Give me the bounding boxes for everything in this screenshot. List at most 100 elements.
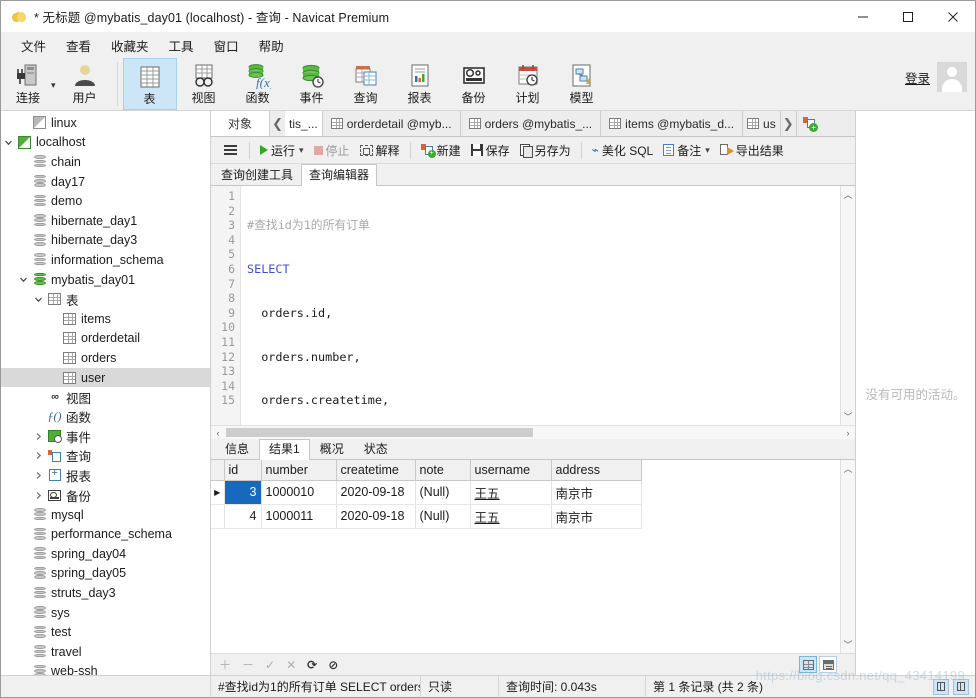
expander-down-icon[interactable]	[1, 138, 16, 147]
tree-item-backups[interactable]: 备份	[1, 485, 210, 505]
tree-item-sys[interactable]: sys	[1, 603, 210, 623]
tree-item-reports[interactable]: 报表	[1, 466, 210, 486]
column-header-note[interactable]: note	[415, 460, 471, 481]
ribbon-user-button[interactable]: 用户	[58, 58, 112, 110]
tree-item-web-ssh[interactable]: web-ssh	[1, 662, 210, 675]
ribbon-schedule-button[interactable]: 计划	[501, 58, 555, 110]
tree-item-tables-folder[interactable]: 表	[1, 289, 210, 309]
tree-item-mysql[interactable]: mysql	[1, 505, 210, 525]
subtab-query-editor[interactable]: 查询编辑器	[301, 164, 378, 186]
ribbon-table-button[interactable]: 表	[122, 58, 177, 110]
sql-code-area[interactable]: #查找id为1的所有订单 SELECT orders.id, orders.nu…	[241, 186, 840, 425]
explain-button[interactable]: 解释	[355, 140, 405, 161]
toggle-right-panel-button[interactable]	[953, 678, 969, 695]
tree-item-day17[interactable]: day17	[1, 172, 210, 192]
menu-hamburger-icon[interactable]	[217, 141, 244, 159]
note-dropdown-caret[interactable]: ▾	[705, 145, 710, 156]
result-tab-info[interactable]: 信息	[215, 439, 259, 459]
tree-item-user[interactable]: user	[1, 367, 210, 388]
sql-editor[interactable]: 1 2 3 4 5 6 7 8 9 10 11 12 13 14 15 #查找i…	[211, 186, 855, 439]
tree-item-travel[interactable]: travel	[1, 642, 210, 662]
cell-username[interactable]: 王五	[470, 480, 552, 505]
grid-vertical-scrollbar[interactable]: ︿ ﹀	[840, 460, 855, 653]
cell-id[interactable]: 4	[224, 504, 262, 529]
cell-number[interactable]: 1000011	[261, 504, 337, 529]
result-tab-profile[interactable]: 概况	[310, 439, 354, 459]
tree-item-hibernate-day3[interactable]: hibernate_day3	[1, 231, 210, 251]
export-result-button[interactable]: 导出结果	[715, 140, 789, 161]
scroll-up-icon[interactable]: ︿	[843, 460, 852, 477]
scroll-down-icon[interactable]: ﹀	[843, 636, 852, 653]
tree-item-items[interactable]: items	[1, 309, 210, 329]
tree-item-views[interactable]: ∞ 视图	[1, 387, 210, 407]
tab-user[interactable]: us	[743, 111, 781, 136]
expander-down-icon[interactable]	[31, 295, 46, 304]
delete-record-icon[interactable]: －	[242, 656, 254, 673]
expander-right-icon[interactable]	[31, 432, 46, 441]
apply-change-icon[interactable]: ✓	[265, 658, 275, 672]
column-header-createtime[interactable]: createtime	[336, 460, 416, 481]
avatar[interactable]	[937, 62, 967, 92]
table-row[interactable]: ▶ 3 1000010 2020-09-18 (Null) 王五 南京市	[211, 480, 642, 505]
cell-address[interactable]: 南京市	[551, 480, 642, 505]
ribbon-query-button[interactable]: 查询	[339, 58, 393, 110]
scroll-up-icon[interactable]: ︿	[843, 186, 852, 203]
cell-username[interactable]: 王五	[470, 504, 552, 529]
note-button[interactable]: 备注 ▾	[658, 140, 715, 161]
tree-item-orders[interactable]: orders	[1, 348, 210, 368]
tab-objects[interactable]: 对象	[211, 111, 271, 136]
expander-right-icon[interactable]	[31, 491, 46, 500]
cell-note[interactable]: (Null)	[415, 480, 471, 505]
table-row[interactable]: 4 1000011 2020-09-18 (Null) 王五 南京市	[211, 504, 642, 529]
tree-item-performance-schema[interactable]: performance_schema	[1, 524, 210, 544]
tree-item-events[interactable]: 事件	[1, 427, 210, 447]
new-button[interactable]: + 新建	[416, 140, 466, 161]
tree-item-orderdetail[interactable]: orderdetail	[1, 329, 210, 349]
close-button[interactable]	[930, 1, 975, 32]
cell-createtime[interactable]: 2020-09-18	[336, 504, 416, 529]
scroll-left-icon[interactable]: ‹	[211, 428, 225, 438]
discard-change-icon[interactable]: ✕	[286, 658, 296, 672]
save-as-button[interactable]: 另存为	[515, 140, 576, 161]
connection-dropdown-caret[interactable]: ▾	[51, 58, 56, 110]
tab-orders[interactable]: orders @mybatis_...	[460, 111, 602, 136]
result-grid[interactable]: id number createtime note username addre…	[211, 460, 840, 653]
editor-horizontal-scrollbar[interactable]: ‹ ›	[211, 425, 855, 439]
stop-icon[interactable]: ⊘	[328, 658, 338, 672]
editor-vertical-scrollbar[interactable]: ︿ ﹀	[840, 186, 855, 425]
tree-item-mybatis-day01[interactable]: mybatis_day01	[1, 270, 210, 290]
tree-item-queries[interactable]: 查询	[1, 446, 210, 466]
tab-items[interactable]: items @mybatis_d...	[601, 111, 744, 136]
cell-note[interactable]: (Null)	[415, 504, 471, 529]
scroll-right-icon[interactable]: ›	[841, 428, 855, 438]
beautify-sql-button[interactable]: ⌁ 美化 SQL	[587, 140, 659, 161]
column-header-number[interactable]: number	[261, 460, 337, 481]
tab-orderdetail[interactable]: orderdetail @myb...	[322, 111, 461, 136]
connection-tree[interactable]: linux localhost chain day17 demo hiberna…	[1, 111, 211, 675]
tree-item-spring-day05[interactable]: spring_day05	[1, 564, 210, 584]
cell-createtime[interactable]: 2020-09-18	[336, 480, 416, 505]
tab-scroll-left-icon[interactable]: ❮	[270, 111, 286, 136]
menu-favorites[interactable]: 收藏夹	[101, 33, 159, 58]
menu-help[interactable]: 帮助	[249, 33, 294, 58]
refresh-icon[interactable]: ⟳	[307, 658, 317, 672]
expander-right-icon[interactable]	[31, 471, 46, 480]
run-button[interactable]: 运行 ▾	[255, 140, 309, 161]
minimize-button[interactable]	[840, 1, 885, 32]
ribbon-view-button[interactable]: 视图	[177, 58, 231, 110]
tree-item-information-schema[interactable]: information_schema	[1, 250, 210, 270]
tree-item-demo[interactable]: demo	[1, 191, 210, 211]
ribbon-function-button[interactable]: f(x) 函数	[231, 58, 285, 110]
ribbon-model-button[interactable]: 模型	[555, 58, 609, 110]
save-button[interactable]: 保存	[466, 140, 515, 161]
toggle-left-panel-button[interactable]	[933, 678, 949, 695]
tree-item-test[interactable]: test	[1, 622, 210, 642]
maximize-button[interactable]	[885, 1, 930, 32]
column-header-address[interactable]: address	[551, 460, 642, 481]
scroll-thumb[interactable]	[226, 428, 533, 437]
tree-item-linux[interactable]: linux	[1, 113, 210, 133]
tree-item-hibernate-day1[interactable]: hibernate_day1	[1, 211, 210, 231]
expander-right-icon[interactable]	[31, 451, 46, 460]
stop-button[interactable]: 停止	[309, 140, 355, 161]
tab-scroll-right-icon[interactable]: ❯	[780, 111, 796, 136]
